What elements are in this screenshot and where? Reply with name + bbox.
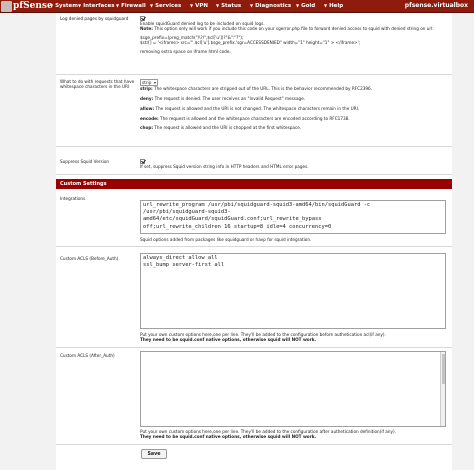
menu-status[interactable]: ▼ Status [216,0,241,13]
menu-firewall[interactable]: ▼ Firewall [116,0,146,13]
ta-line: url_rewrite_program /usr/pbi/squidguard-… [143,202,371,208]
log-denied-label: Log denied pages by squidguard [60,16,129,21]
suppress-version-value: If set, suppress Squid version string in… [140,158,446,169]
logo-text: pfSense [13,1,53,11]
menu-label: Firewall [121,3,146,9]
right-margin [452,13,474,470]
suppress-version-label: Suppress Squid Version [60,159,110,164]
section-header-custom-settings: Custom Settings [56,179,452,189]
acls-before-label: Custom ACLS (Before_Auth) [60,256,119,261]
row-log-denied: Log denied pages by squidguard Enable sq… [56,13,452,75]
menu-arrow-icon: ▼ [50,3,54,8]
acls-after-textarea[interactable] [140,351,446,427]
row-suppress-version: Suppress Squid Version If set, suppress … [56,147,452,175]
opt-text: The request is allowed and the URI is ch… [154,125,302,131]
help-warning: They need to be squid.conf native option… [140,434,317,440]
top-navbar: pfSense ▼ System ▼ Interfaces ▼ Firewall ▼ S… [0,0,474,13]
opt-key: deny: [140,96,154,102]
opt-text: The request is allowed and the whitespac… [160,115,350,121]
integrations-label: Integrations [60,196,86,201]
menu-help[interactable]: ▼ Help [324,0,343,13]
menu-label: Interfaces [83,3,115,9]
menu-system[interactable]: ▼ System [50,0,78,13]
settings-form: Log denied pages by squidguard Enable sq… [56,13,452,470]
ta-line: ssl_bump server-first all [143,262,225,269]
menu-arrow-icon: ▼ [250,3,254,8]
opt-text: The request is allowed and the URI is no… [155,105,360,111]
ta-line: always_direct allow all [143,255,218,261]
help-warning: They need to be squid.conf native option… [140,337,317,343]
opt-text: The request is denied. The user receives… [154,96,306,102]
menu-arrow-icon: ▼ [78,3,82,8]
menu-services[interactable]: ▼ Services [150,0,181,13]
acls-after-help: Put your own custom options here,one per… [140,429,446,439]
save-button[interactable]: Save [141,449,167,459]
opt-key: allow: [140,105,155,111]
row-integrations: Integrations url_rewrite_program /usr/pb… [56,190,452,247]
ta-line: /usr/pbi/squidguard-squid3- [143,209,231,216]
menu-arrow-icon: ▼ [296,3,300,8]
logo-badge [1,1,12,12]
opt-allow: allow: The request is allowed and the UR… [140,106,446,113]
left-margin [0,13,56,470]
log-denied-checkbox[interactable] [140,15,145,21]
menu-arrow-icon: ▼ [324,3,328,8]
note-text: This option only will work if you includ… [154,25,434,31]
textarea-scrollbar[interactable] [440,352,445,426]
opt-text: The whitespace characters are stripped o… [154,86,373,92]
menu-label: Gold [301,3,316,9]
menu-label: VPN [195,3,208,9]
hostname: pfsense.virtualbox [404,2,468,9]
menu-label: System [55,3,78,9]
log-denied-value: Enable squidGuard denied log to be inclu… [140,15,446,55]
opt-key: strip: [140,86,153,92]
menu-arrow-icon: ▼ [150,3,154,8]
acls-before-help: Put your own custom options here,one per… [140,332,446,342]
pfsense-logo[interactable]: pfSense [1,1,53,12]
integrations-textarea[interactable]: url_rewrite_program /usr/pbi/squidguard-… [140,200,446,234]
suppress-version-desc: If set, suppress Squid version string in… [140,163,309,169]
menu-arrow-icon: ▼ [190,3,194,8]
acls-before-textarea[interactable]: always_direct allow all ssl_bump server-f… [140,253,446,329]
opt-encode: encode: The request is allowed and the w… [140,116,446,123]
log-denied-code3: removing extra space on iframe html code… [140,49,231,55]
menu-diagnostics[interactable]: ▼ Diagnostics [250,0,291,13]
uri-whitespace-value: strip strip: The whitespace characters a… [140,79,446,132]
menu-label: Status [221,3,242,9]
log-denied-note: Note: This option only will work if you … [140,25,434,31]
opt-key: encode: [140,115,159,121]
ta-line: off;url_rewrite_children 16 startup=8 id… [143,223,332,230]
acls-after-label: Custom ACLS (After_Auth) [60,353,115,358]
menu-label: Help [329,3,344,9]
row-acls-after: Custom ACLS (After_Auth) Put your own cu… [56,348,452,445]
row-acls-before: Custom ACLS (Before_Auth) always_direct … [56,247,452,348]
opt-deny: deny: The request is denied. The user re… [140,96,446,103]
log-denied-code2: $str[] = '<iframe> src="'.$cl['u'].$sge_… [140,40,361,46]
row-uri-whitespace: What to do with requests that have white… [56,75,452,147]
menu-interfaces[interactable]: ▼ Interfaces [78,0,114,13]
menu-label: Services [155,3,182,9]
opt-key: chop: [140,125,154,131]
menu-label: Diagnostics [255,3,292,9]
suppress-version-checkbox[interactable] [140,158,145,164]
menu-arrow-icon: ▼ [216,3,220,8]
opt-strip: strip: The whitespace characters are str… [140,86,446,93]
ta-line: amd64/etc/squidGuard/squidGuard.conf;url… [143,216,322,223]
menu-gold[interactable]: ▼ Gold [296,0,315,13]
menu-arrow-icon: ▼ [116,3,120,8]
integrations-help: Squid options added from packages like s… [140,237,312,242]
menu-vpn[interactable]: ▼ VPN [190,0,208,13]
uri-whitespace-label: What to do with requests that have white… [60,79,135,89]
opt-chop: chop: The request is allowed and the URI… [140,125,446,132]
uri-whitespace-select[interactable]: strip [140,79,158,86]
